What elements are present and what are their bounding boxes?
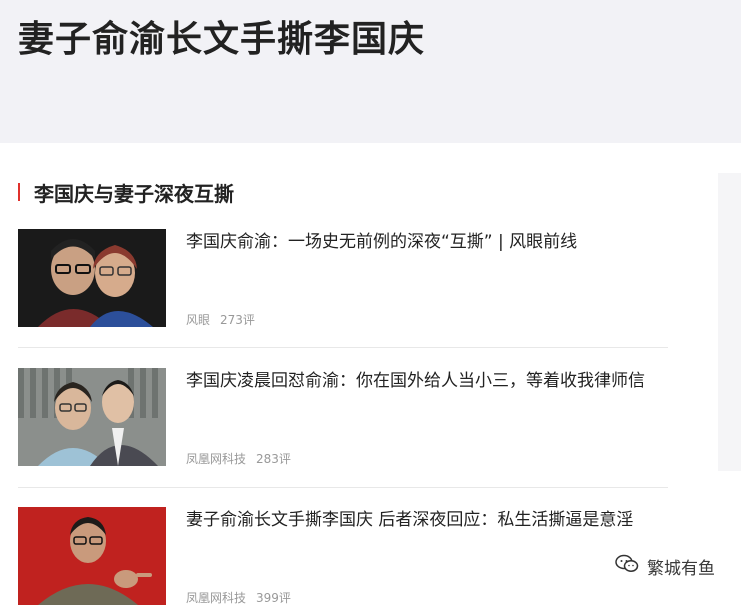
article-thumbnail[interactable] — [18, 368, 166, 466]
article-source: 凤凰网科技 — [186, 591, 247, 605]
article-source: 凤凰网科技 — [186, 452, 247, 466]
article-source: 风眼 — [186, 313, 211, 327]
divider — [18, 347, 668, 348]
wechat-icon — [615, 554, 639, 579]
article-meta: 风眼 273评 — [186, 311, 255, 328]
section-title: 李国庆与妻子深夜互撕 — [34, 181, 234, 206]
article-meta: 凤凰网科技 399评 — [186, 589, 291, 606]
watermark: 繁城有鱼 — [615, 553, 715, 579]
article-title[interactable]: 妻子俞渝长文手撕李国庆 后者深夜回应：私生活撕逼是意淫 — [186, 507, 666, 533]
divider — [18, 487, 668, 488]
section-header: 李国庆与妻子深夜互撕 — [18, 179, 234, 206]
header-banner: 妻子俞渝长文手撕李国庆 — [0, 0, 741, 143]
article-comment-count: 283评 — [256, 452, 291, 466]
article-item[interactable]: 李国庆凌晨回怼俞渝：你在国外给人当小三，等着收我律师信 凤凰网科技 283评 — [18, 368, 668, 466]
article-title[interactable]: 李国庆凌晨回怼俞渝：你在国外给人当小三，等着收我律师信 — [186, 368, 666, 394]
article-thumbnail[interactable] — [18, 507, 166, 605]
right-side-panel — [718, 173, 741, 471]
article-meta: 凤凰网科技 283评 — [186, 450, 291, 467]
page-title: 妻子俞渝长文手撕李国庆 — [18, 19, 426, 60]
article-comment-count: 399评 — [256, 591, 291, 605]
article-title[interactable]: 李国庆俞渝：一场史无前例的深夜“互撕” | 风眼前线 — [186, 229, 666, 255]
article-item[interactable]: 李国庆俞渝：一场史无前例的深夜“互撕” | 风眼前线 风眼 273评 — [18, 229, 668, 327]
article-item[interactable]: 妻子俞渝长文手撕李国庆 后者深夜回应：私生活撕逼是意淫 凤凰网科技 399评 — [18, 507, 668, 605]
watermark-text: 繁城有鱼 — [647, 558, 715, 579]
article-comment-count: 273评 — [220, 313, 255, 327]
article-thumbnail[interactable] — [18, 229, 166, 327]
section-accent-bar — [18, 183, 20, 201]
